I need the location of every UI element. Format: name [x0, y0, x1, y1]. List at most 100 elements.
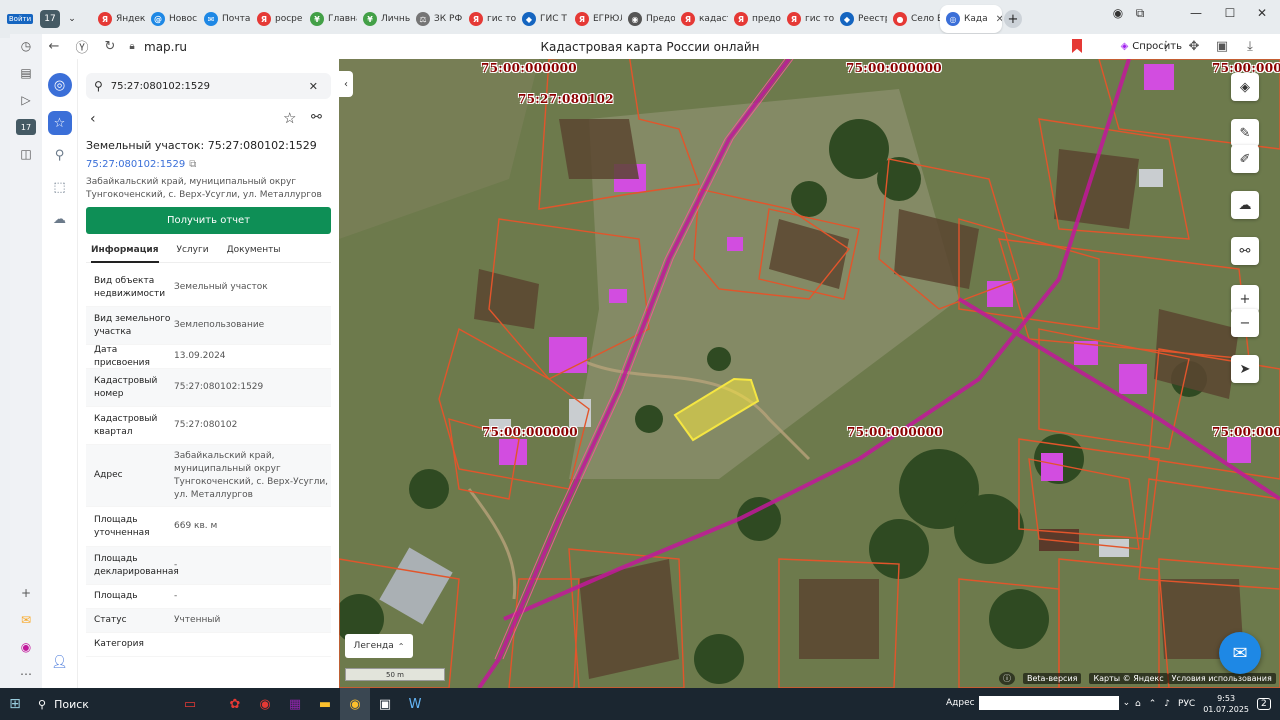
- search-box[interactable]: ⚲ ✕: [86, 73, 331, 99]
- quarter-label[interactable]: 75:00:000000: [1212, 425, 1280, 439]
- edit-icon[interactable]: ✐: [1231, 145, 1259, 173]
- camera-icon[interactable]: ◫: [16, 146, 36, 162]
- notes-icon[interactable]: ▤: [16, 65, 36, 81]
- tab[interactable]: ¥ Личны: [357, 5, 410, 33]
- tab-services[interactable]: Услуги: [177, 241, 209, 263]
- add-icon[interactable]: +: [16, 585, 36, 601]
- tab[interactable]: Япредо: [728, 5, 781, 33]
- collapse-panel-button[interactable]: ‹: [339, 71, 353, 97]
- quarter-label[interactable]: 75:00:000000: [482, 425, 578, 439]
- tab[interactable]: @ Новос: [145, 5, 198, 33]
- calendar-icon[interactable]: 17: [16, 119, 36, 135]
- favorites-icon[interactable]: ☆: [47, 111, 72, 135]
- start-menu-icon[interactable]: ⊞: [0, 688, 30, 720]
- url-text[interactable]: map.ru: [144, 40, 187, 54]
- more-apps-icon[interactable]: ⋯: [16, 666, 36, 682]
- share-icon[interactable]: ⚯: [311, 110, 322, 125]
- tab[interactable]: Якадаст: [675, 5, 728, 33]
- app-icon[interactable]: ▦: [280, 688, 310, 720]
- clock[interactable]: 9:53 01.07.2025: [1203, 693, 1249, 715]
- mail-app-icon[interactable]: ✉: [16, 612, 36, 628]
- taskbar-search[interactable]: ⚲ Поиск: [30, 688, 160, 720]
- app-logo-icon[interactable]: ◎: [47, 73, 72, 97]
- address-input[interactable]: [978, 696, 1119, 710]
- mail-chat-icon[interactable]: ✉: [1219, 632, 1261, 674]
- share-map-icon[interactable]: ⚯: [1231, 237, 1259, 265]
- satellite-map[interactable]: 75:00:000000 75:00:000000 75:00:000000 7…: [339, 59, 1280, 688]
- app-icon[interactable]: ▣: [370, 688, 400, 720]
- folder-icon[interactable]: ▬: [310, 688, 340, 720]
- quarter-label[interactable]: 75:00:000000: [846, 61, 942, 75]
- tab[interactable]: ¥ Главна: [304, 5, 357, 33]
- back-arrow-icon[interactable]: ←: [40, 35, 68, 59]
- word-icon[interactable]: W: [400, 688, 430, 720]
- get-report-button[interactable]: Получить отчет: [86, 207, 331, 234]
- tab[interactable]: ● Село В: [887, 5, 940, 33]
- lock-icon[interactable]: 🔒︎: [124, 35, 140, 59]
- tab[interactable]: Ягис тор: [781, 5, 834, 33]
- tab[interactable]: ✉ Почта: [198, 5, 251, 33]
- tray-expand-icon[interactable]: ⌃: [1149, 699, 1157, 709]
- select-area-icon[interactable]: ⬚: [48, 175, 72, 199]
- language-indicator[interactable]: РУС: [1178, 699, 1195, 709]
- app-icon[interactable]: ✿: [220, 688, 250, 720]
- quarter-label[interactable]: 75:00:000000: [847, 425, 943, 439]
- quarter-label-current[interactable]: 75:27:080102: [518, 92, 614, 106]
- info-icon[interactable]: ⓘ: [999, 671, 1015, 685]
- download-icon[interactable]: ⤓: [1236, 35, 1264, 59]
- user-icon[interactable]: 👤︎: [48, 650, 72, 674]
- tab[interactable]: Ягис тор: [463, 5, 516, 33]
- history-icon[interactable]: ◷: [16, 38, 36, 54]
- legend-button[interactable]: Легенда ⌃: [345, 634, 413, 658]
- chevron-down-icon[interactable]: ⌄: [1123, 698, 1131, 708]
- close-tab-icon[interactable]: ✕: [996, 14, 1002, 25]
- tab-information[interactable]: Информация: [91, 241, 159, 263]
- zoom-out-button[interactable]: −: [1231, 309, 1259, 337]
- tab[interactable]: ◆ ГИС Т: [516, 5, 569, 33]
- copy-icon[interactable]: ⧉: [189, 159, 196, 170]
- layers-icon[interactable]: ◈: [1231, 73, 1259, 101]
- search-input[interactable]: [110, 80, 301, 92]
- cad-number-link[interactable]: 75:27:080102:1529 ⧉: [86, 159, 196, 170]
- play-icon[interactable]: ▷: [16, 92, 36, 108]
- notifications-badge[interactable]: 2: [1257, 698, 1271, 710]
- locate-icon[interactable]: ➤: [1231, 355, 1259, 383]
- yandex-browser-active-icon[interactable]: ◉: [340, 688, 370, 720]
- cloud-icon[interactable]: ☁: [48, 207, 72, 231]
- tab[interactable]: Я ЕГРЮЛ: [569, 5, 622, 33]
- tab[interactable]: ◉ Предо: [622, 5, 675, 33]
- tab-documents[interactable]: Документы: [227, 241, 281, 263]
- pin-icon[interactable]: ⚲: [48, 143, 72, 167]
- extensions-icon[interactable]: ✥: [1180, 35, 1208, 59]
- upload-icon[interactable]: ☁: [1231, 191, 1259, 219]
- network-icon[interactable]: ⌂: [1135, 699, 1141, 709]
- close-window-button[interactable]: ✕: [1242, 0, 1280, 26]
- star-icon[interactable]: ☆: [283, 109, 296, 127]
- alice-app-icon[interactable]: ◉: [16, 639, 36, 655]
- collections-icon[interactable]: ▣: [1208, 35, 1236, 59]
- more-menu-icon[interactable]: ⋮: [1152, 35, 1180, 59]
- login-corner[interactable]: Войти: [0, 0, 40, 38]
- new-tab-button[interactable]: +: [1004, 10, 1022, 28]
- tab-active[interactable]: ◎ Када ✕: [940, 5, 1002, 33]
- back-chevron-icon[interactable]: ‹: [90, 111, 96, 127]
- bookmark-icon[interactable]: [1072, 39, 1082, 53]
- clear-search-icon[interactable]: ✕: [309, 80, 318, 93]
- widgets-icon[interactable]: ▭: [160, 688, 220, 720]
- tab[interactable]: ◆ Реестр: [834, 5, 887, 33]
- tab-group-badge[interactable]: 17: [40, 10, 60, 28]
- tab[interactable]: ⚖ ЗК РФ: [410, 5, 463, 33]
- quarter-label[interactable]: 75:00:000000: [481, 61, 577, 75]
- volume-icon[interactable]: ♪: [1164, 699, 1170, 709]
- tab[interactable]: Яросре: [251, 5, 304, 33]
- map-canvas[interactable]: [339, 59, 1280, 688]
- yandex-icon[interactable]: Ⓨ: [68, 35, 96, 59]
- reload-icon[interactable]: ↻: [96, 35, 124, 59]
- login-label[interactable]: Войти: [6, 14, 34, 24]
- terms-link[interactable]: Условия использования: [1167, 672, 1276, 684]
- tab[interactable]: Я Яндекс: [92, 5, 145, 33]
- tab-list-chevron-icon[interactable]: ⌄: [62, 14, 82, 24]
- ruler-icon[interactable]: ✎: [1231, 119, 1259, 147]
- yandex-browser-icon[interactable]: ◉: [250, 688, 280, 720]
- sidebar-toggle-icon[interactable]: ⧉: [1120, 0, 1160, 26]
